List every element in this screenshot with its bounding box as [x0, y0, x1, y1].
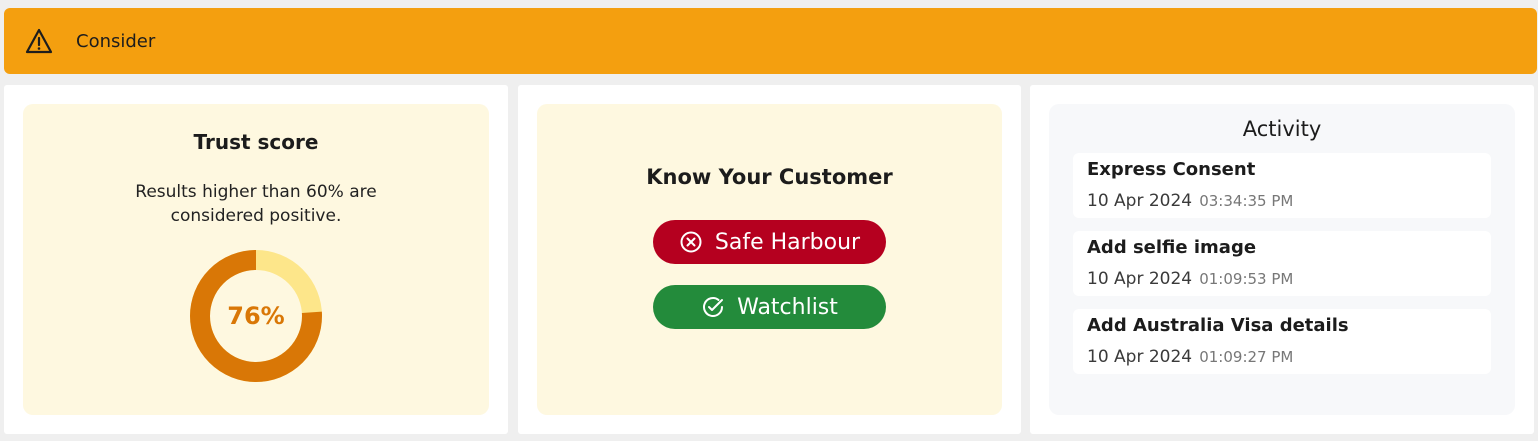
- check-circle-icon: [703, 297, 724, 318]
- kyc-title: Know Your Customer: [646, 165, 893, 189]
- watchlist-label: Watchlist: [737, 294, 838, 320]
- activity-item-date: 10 Apr 2024: [1087, 269, 1193, 289]
- trust-score-value: 76%: [227, 302, 285, 330]
- activity-card: Activity Express Consent 10 Apr 2024 03:…: [1030, 85, 1534, 434]
- kyc-card: Know Your Customer Safe Harbour Watchlis…: [518, 85, 1021, 434]
- trust-score-title: Trust score: [193, 130, 319, 154]
- activity-item-time: 01:09:53 PM: [1199, 270, 1294, 288]
- activity-item-date: 10 Apr 2024: [1087, 191, 1193, 211]
- activity-item-name: Express Consent: [1087, 159, 1256, 180]
- activity-item-name: Add selfie image: [1087, 237, 1257, 258]
- activity-item-name: Add Australia Visa details: [1087, 315, 1349, 336]
- safe-harbour-label: Safe Harbour: [714, 229, 861, 255]
- activity-item-time: 03:34:35 PM: [1199, 192, 1294, 210]
- watchlist-badge[interactable]: Watchlist: [653, 285, 886, 329]
- status-banner: Consider: [4, 8, 1537, 74]
- activity-title: Activity: [1242, 117, 1322, 141]
- activity-panel: Activity Express Consent 10 Apr 2024 03:…: [1049, 104, 1515, 415]
- x-circle-icon: [680, 231, 702, 253]
- trust-score-description: Results higher than 60% are considered p…: [135, 182, 377, 226]
- activity-item[interactable]: Add Australia Visa details 10 Apr 2024 0…: [1073, 309, 1491, 374]
- activity-item-time: 01:09:27 PM: [1199, 348, 1294, 366]
- activity-item[interactable]: Add selfie image 10 Apr 2024 01:09:53 PM: [1073, 231, 1491, 296]
- trust-score-panel: Trust score Results higher than 60% are …: [23, 104, 489, 415]
- warning-triangle-icon: [24, 26, 54, 56]
- safe-harbour-badge[interactable]: Safe Harbour: [653, 220, 886, 264]
- activity-item-date: 10 Apr 2024: [1087, 347, 1193, 367]
- banner-title: Consider: [76, 30, 156, 52]
- activity-item[interactable]: Express Consent 10 Apr 2024 03:34:35 PM: [1073, 153, 1491, 218]
- trust-score-card: Trust score Results higher than 60% are …: [4, 85, 508, 434]
- kyc-panel: Know Your Customer Safe Harbour Watchlis…: [537, 104, 1002, 415]
